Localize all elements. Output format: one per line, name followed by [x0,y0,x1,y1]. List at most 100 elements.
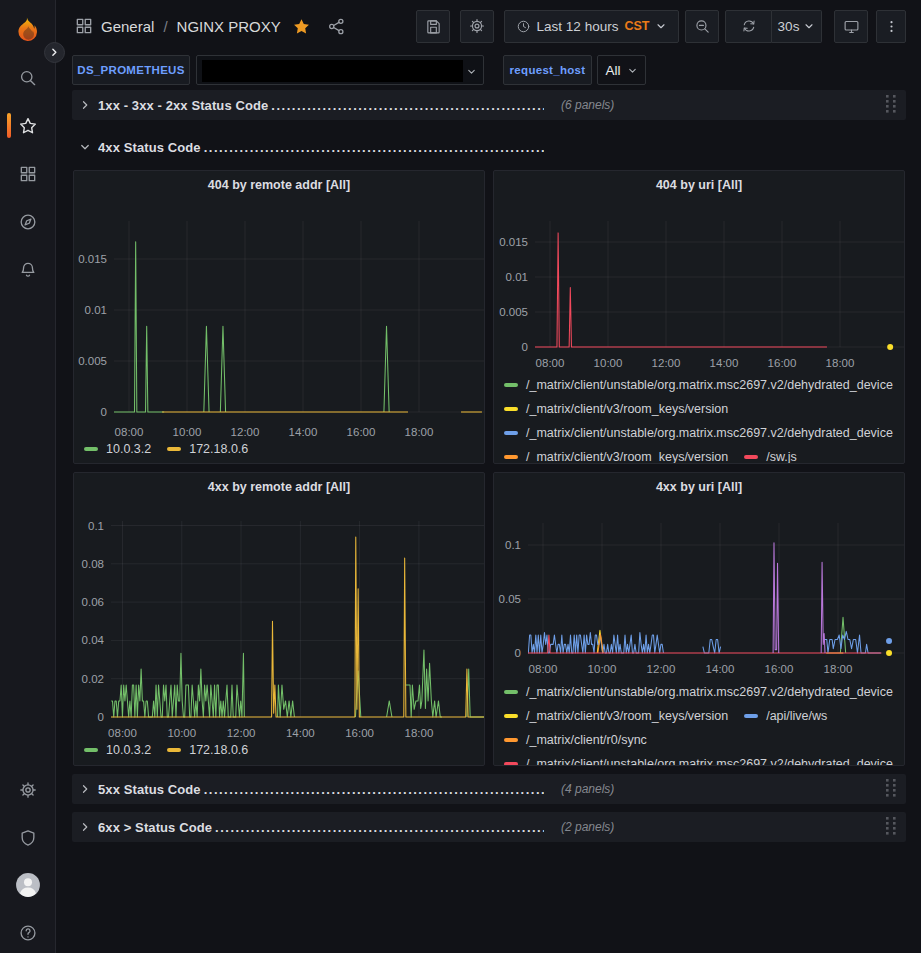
legend-item[interactable]: /sw.js [744,450,797,464]
more-options-button[interactable] [876,10,906,43]
save-icon [425,18,442,35]
svg-text:12:00: 12:00 [652,357,681,369]
legend-item[interactable]: /_matrix/client/unstable/org.matrix.msc2… [504,426,893,440]
sidebar-item-profile[interactable] [0,865,55,905]
sidebar-item-search[interactable] [0,58,55,98]
legend-series-chip [167,447,181,451]
row-drag-handle[interactable] [886,817,902,837]
navbar: General / NGINX PROXY Last 12 hours CST … [56,0,921,52]
datasource-variable-label[interactable]: DS_PROMETHEUS [72,55,190,85]
star-icon [18,116,38,136]
panel-legend: /_matrix/client/unstable/org.matrix.msc2… [504,373,902,464]
legend-item[interactable]: 10.0.3.2 [84,743,151,757]
host-variable-value[interactable]: All [597,55,646,85]
row-title: 1xx - 3xx - 2xx Status Code [98,98,268,113]
legend-item[interactable]: /_matrix/client/unstable/org.matrix.msc2… [504,685,893,699]
refresh-interval-picker[interactable]: 30s [772,10,822,43]
sidebar-item-starred[interactable] [0,106,55,146]
svg-text:14:00: 14:00 [706,663,735,675]
legend-series-chip [84,447,98,451]
apps-icon [18,164,38,184]
svg-text:0.02: 0.02 [82,673,104,685]
chart-canvas[interactable]: 00.020.040.060.080.108:0010:0012:0014:00… [74,473,485,766]
svg-text:18:00: 18:00 [824,663,853,675]
legend-series-label: /_matrix/client/unstable/org.matrix.msc2… [526,757,893,766]
legend-item[interactable]: /_matrix/client/unstable/org.matrix.msc2… [504,378,893,392]
legend-item[interactable]: 172.18.0.6 [167,442,248,456]
legend-series-chip [504,738,518,742]
breadcrumb-title[interactable]: NGINX PROXY [177,18,281,35]
zoom-out-button[interactable] [685,10,719,43]
dashboard-row-2[interactable]: 5xx Status Code.........................… [72,774,906,804]
sidebar-item-configuration[interactable] [0,770,55,810]
chevron-right-icon [72,821,98,833]
dashboard-row-1[interactable]: 4xx Status Code.........................… [72,132,906,162]
legend-item[interactable]: /_matrix/client/v3/room_keys/version [504,709,728,723]
panel-3: 4xx by uri [All] 00.050.108:0010:0012:00… [493,472,905,766]
save-dashboard-button[interactable] [416,10,450,43]
sidebar-item-help[interactable] [0,913,55,953]
legend-item[interactable]: 172.18.0.6 [167,743,248,757]
svg-text:16:00: 16:00 [765,663,794,675]
svg-text:0.015: 0.015 [78,253,107,265]
breadcrumb-folder[interactable]: General [101,18,154,35]
legend-item[interactable]: 10.0.3.2 [84,442,151,456]
sidebar-item-alerting[interactable] [0,250,55,290]
host-variable-label[interactable]: request_host [503,55,592,85]
legend-series-chip [504,431,518,435]
sidebar-item-admin[interactable] [0,818,55,858]
legend-series-chip [167,748,181,752]
refresh-interval-label: 30s [778,19,800,34]
legend-series-chip [504,714,518,718]
breadcrumb: General / NGINX PROXY [74,0,346,52]
legend-item[interactable]: /api/live/ws [744,709,827,723]
dashboard-row-0[interactable]: 1xx - 3xx - 2xx Status Code.............… [72,90,906,120]
chevron-down-icon [803,20,815,32]
kebab-icon [884,19,899,34]
navbar-actions: Last 12 hours CST 30s [416,10,906,43]
refresh-button[interactable] [725,10,772,43]
svg-text:0.015: 0.015 [499,236,528,248]
row-title-dots: ........................................… [271,98,544,113]
legend-item[interactable]: /_matrix/client/v3/room_keys/version [504,402,728,416]
legend-series-label: /_matrix/client/unstable/org.matrix.msc2… [526,685,893,699]
legend-series-label: /_matrix/client/v3/room_keys/version [526,450,728,464]
row-panel-count: (6 panels) [561,98,614,112]
legend-item[interactable]: /_matrix/client/unstable/org.matrix.msc2… [504,757,893,766]
tv-mode-button[interactable] [834,10,868,43]
row-drag-handle[interactable] [886,95,902,115]
svg-text:16:00: 16:00 [768,357,797,369]
sidebar-item-explore[interactable] [0,202,55,242]
svg-text:10:00: 10:00 [594,357,623,369]
breadcrumb-separator: / [163,18,167,35]
sidebar-item-dashboards[interactable] [0,154,55,194]
datasource-value-redacted [202,60,463,82]
svg-text:14:00: 14:00 [710,357,739,369]
sidebar-expand-button[interactable] [44,42,65,63]
chart-canvas[interactable]: 00.0050.010.01508:0010:0012:0014:0016:00… [74,171,485,464]
svg-text:0.01: 0.01 [85,304,107,316]
legend-series-label: /sw.js [766,450,797,464]
legend-series-chip [504,690,518,694]
svg-text:0: 0 [515,647,521,659]
svg-text:0.08: 0.08 [82,558,104,570]
dashboard-row-3[interactable]: 6xx > Status Code.......................… [72,812,906,842]
row-panel-count: (4 panels) [561,782,614,796]
datasource-select[interactable] [196,55,484,85]
share-icon[interactable] [327,17,346,36]
panel-legend: /_matrix/client/unstable/org.matrix.msc2… [504,680,902,766]
row-title: 5xx Status Code [98,782,201,797]
row-drag-handle[interactable] [886,779,902,799]
bell-icon [18,260,38,280]
time-range-picker[interactable]: Last 12 hours CST [504,10,679,43]
svg-text:10:00: 10:00 [588,663,617,675]
legend-item[interactable]: /_matrix/client/r0/sync [504,733,647,747]
legend-series-label: /_matrix/client/v3/room_keys/version [526,709,728,723]
dashboard-settings-button[interactable] [460,10,494,43]
shield-icon [18,828,38,848]
row-title: 4xx Status Code [98,140,201,155]
favorite-star-icon[interactable] [292,17,311,36]
chevron-right-icon [72,783,98,795]
legend-item[interactable]: /_matrix/client/v3/room_keys/version [504,450,728,464]
gear-icon [18,780,38,800]
